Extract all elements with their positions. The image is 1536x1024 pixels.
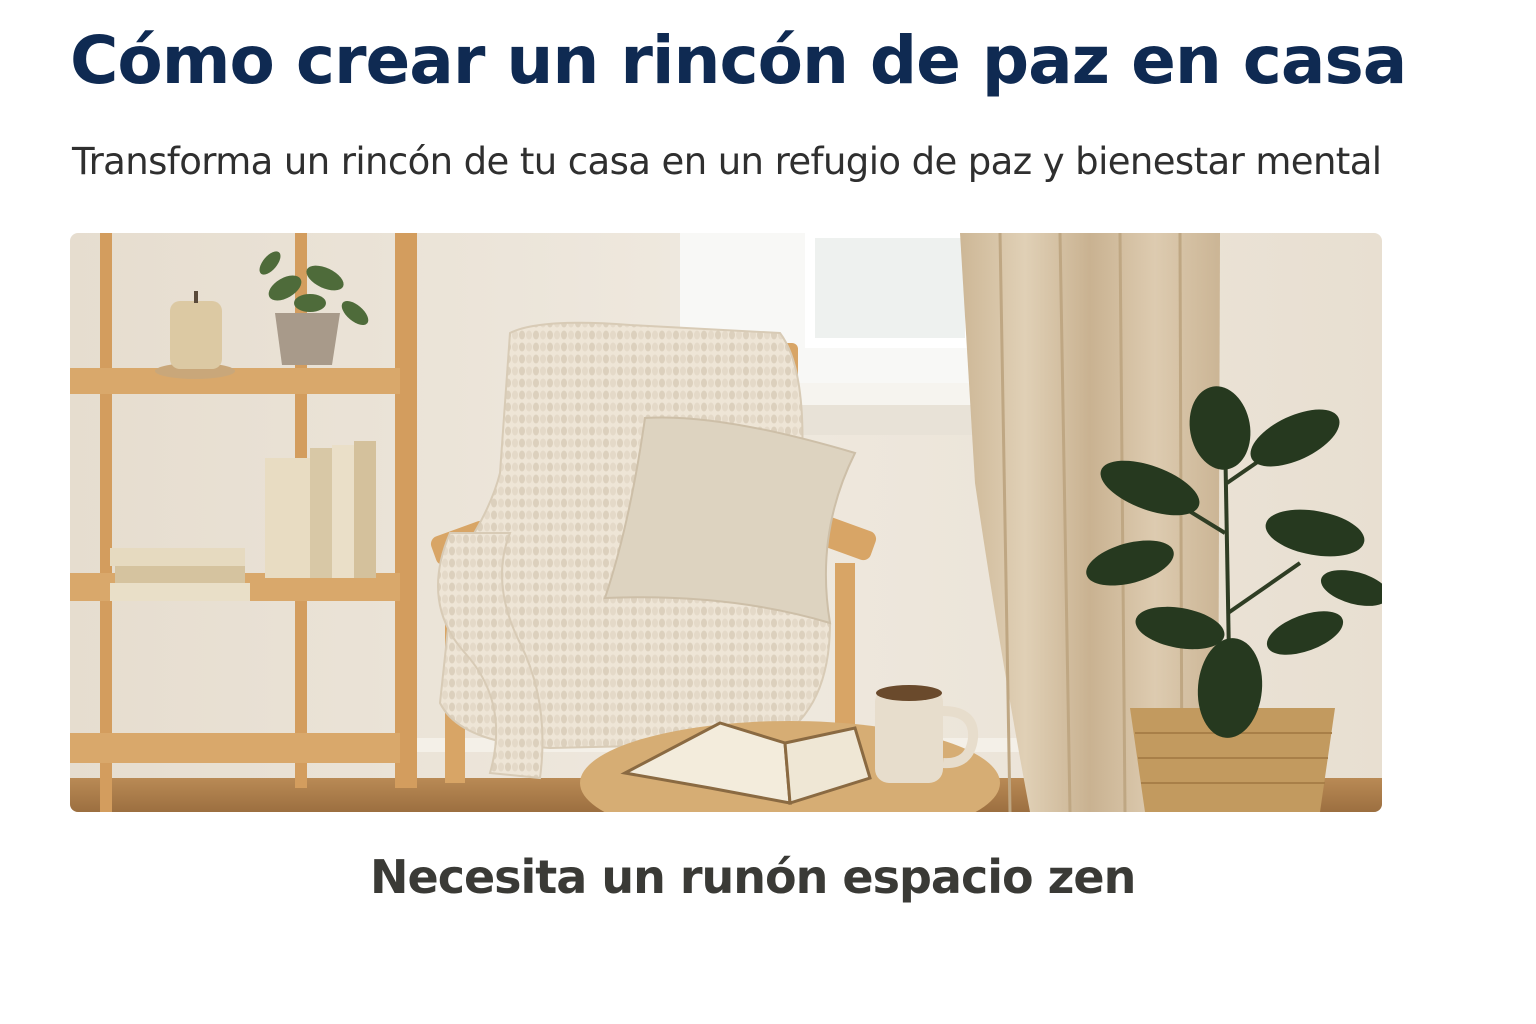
hero-image xyxy=(70,233,1382,812)
page-title: Cómo crear un rincón de paz en casa xyxy=(70,22,1407,99)
page-subtitle: Transforma un rincón de tu casa en un re… xyxy=(72,140,1382,183)
image-caption: Necesita un runón espacio zen xyxy=(370,850,1136,904)
